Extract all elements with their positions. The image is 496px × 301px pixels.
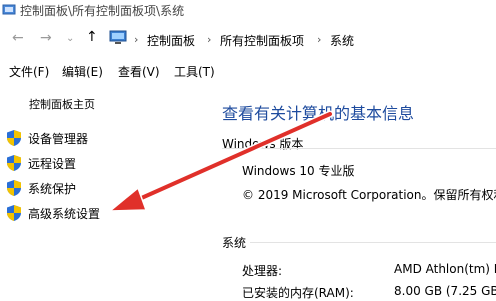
section-divider xyxy=(222,148,496,149)
sidebar-item-label: 设备管理器 xyxy=(28,132,89,146)
recent-dropdown-icon[interactable]: ⌄ xyxy=(66,33,74,44)
breadcrumb-separator-icon: › xyxy=(134,33,139,46)
breadcrumb-system[interactable]: 系统 xyxy=(330,32,354,49)
section-divider xyxy=(250,242,496,243)
breadcrumb-separator-icon: › xyxy=(317,33,322,46)
forward-arrow-icon[interactable]: → xyxy=(40,30,52,46)
ram-value: 8.00 GB (7.25 GB xyxy=(394,284,496,298)
menu-file[interactable]: 文件(F) xyxy=(9,63,49,80)
menu-tools[interactable]: 工具(T) xyxy=(174,63,215,80)
menu-view[interactable]: 查看(V) xyxy=(118,63,160,80)
processor-label: 处理器: xyxy=(242,264,283,278)
sidebar-item-label: 高级系统设置 xyxy=(28,207,101,221)
window-title: 控制面板\所有控制面板项\系统 xyxy=(20,4,185,18)
sidebar-home-link[interactable]: 控制面板主页 xyxy=(29,96,95,112)
system-section-title: 系统 xyxy=(222,236,247,250)
computer-icon xyxy=(109,30,127,44)
breadcrumb-all-items[interactable]: 所有控制面板项 xyxy=(220,32,304,49)
uac-shield-icon xyxy=(7,180,21,196)
sidebar-item-label: 系统保护 xyxy=(28,182,77,196)
windows-edition-section-title: Windows 版本 xyxy=(222,137,304,151)
sidebar-item-label: 远程设置 xyxy=(28,157,77,171)
page-title: 查看有关计算机的基本信息 xyxy=(222,104,415,123)
up-arrow-icon[interactable]: ↑ xyxy=(86,29,98,45)
menu-edit[interactable]: 编辑(E) xyxy=(62,63,103,80)
windows-edition-value: Windows 10 专业版 xyxy=(242,164,355,178)
ram-label: 已安装的内存(RAM): xyxy=(242,286,354,300)
uac-shield-icon xyxy=(7,155,21,171)
processor-value: AMD Athlon(tm) II xyxy=(394,262,496,276)
breadcrumb-separator-icon: › xyxy=(207,33,212,46)
uac-shield-icon xyxy=(7,205,21,221)
copyright-text: © 2019 Microsoft Corporation。保留所有权利 xyxy=(242,188,496,202)
back-arrow-icon[interactable]: ← xyxy=(12,30,24,46)
control-panel-icon xyxy=(2,4,16,15)
uac-shield-icon xyxy=(7,130,21,146)
breadcrumb-control-panel[interactable]: 控制面板 xyxy=(147,32,195,49)
